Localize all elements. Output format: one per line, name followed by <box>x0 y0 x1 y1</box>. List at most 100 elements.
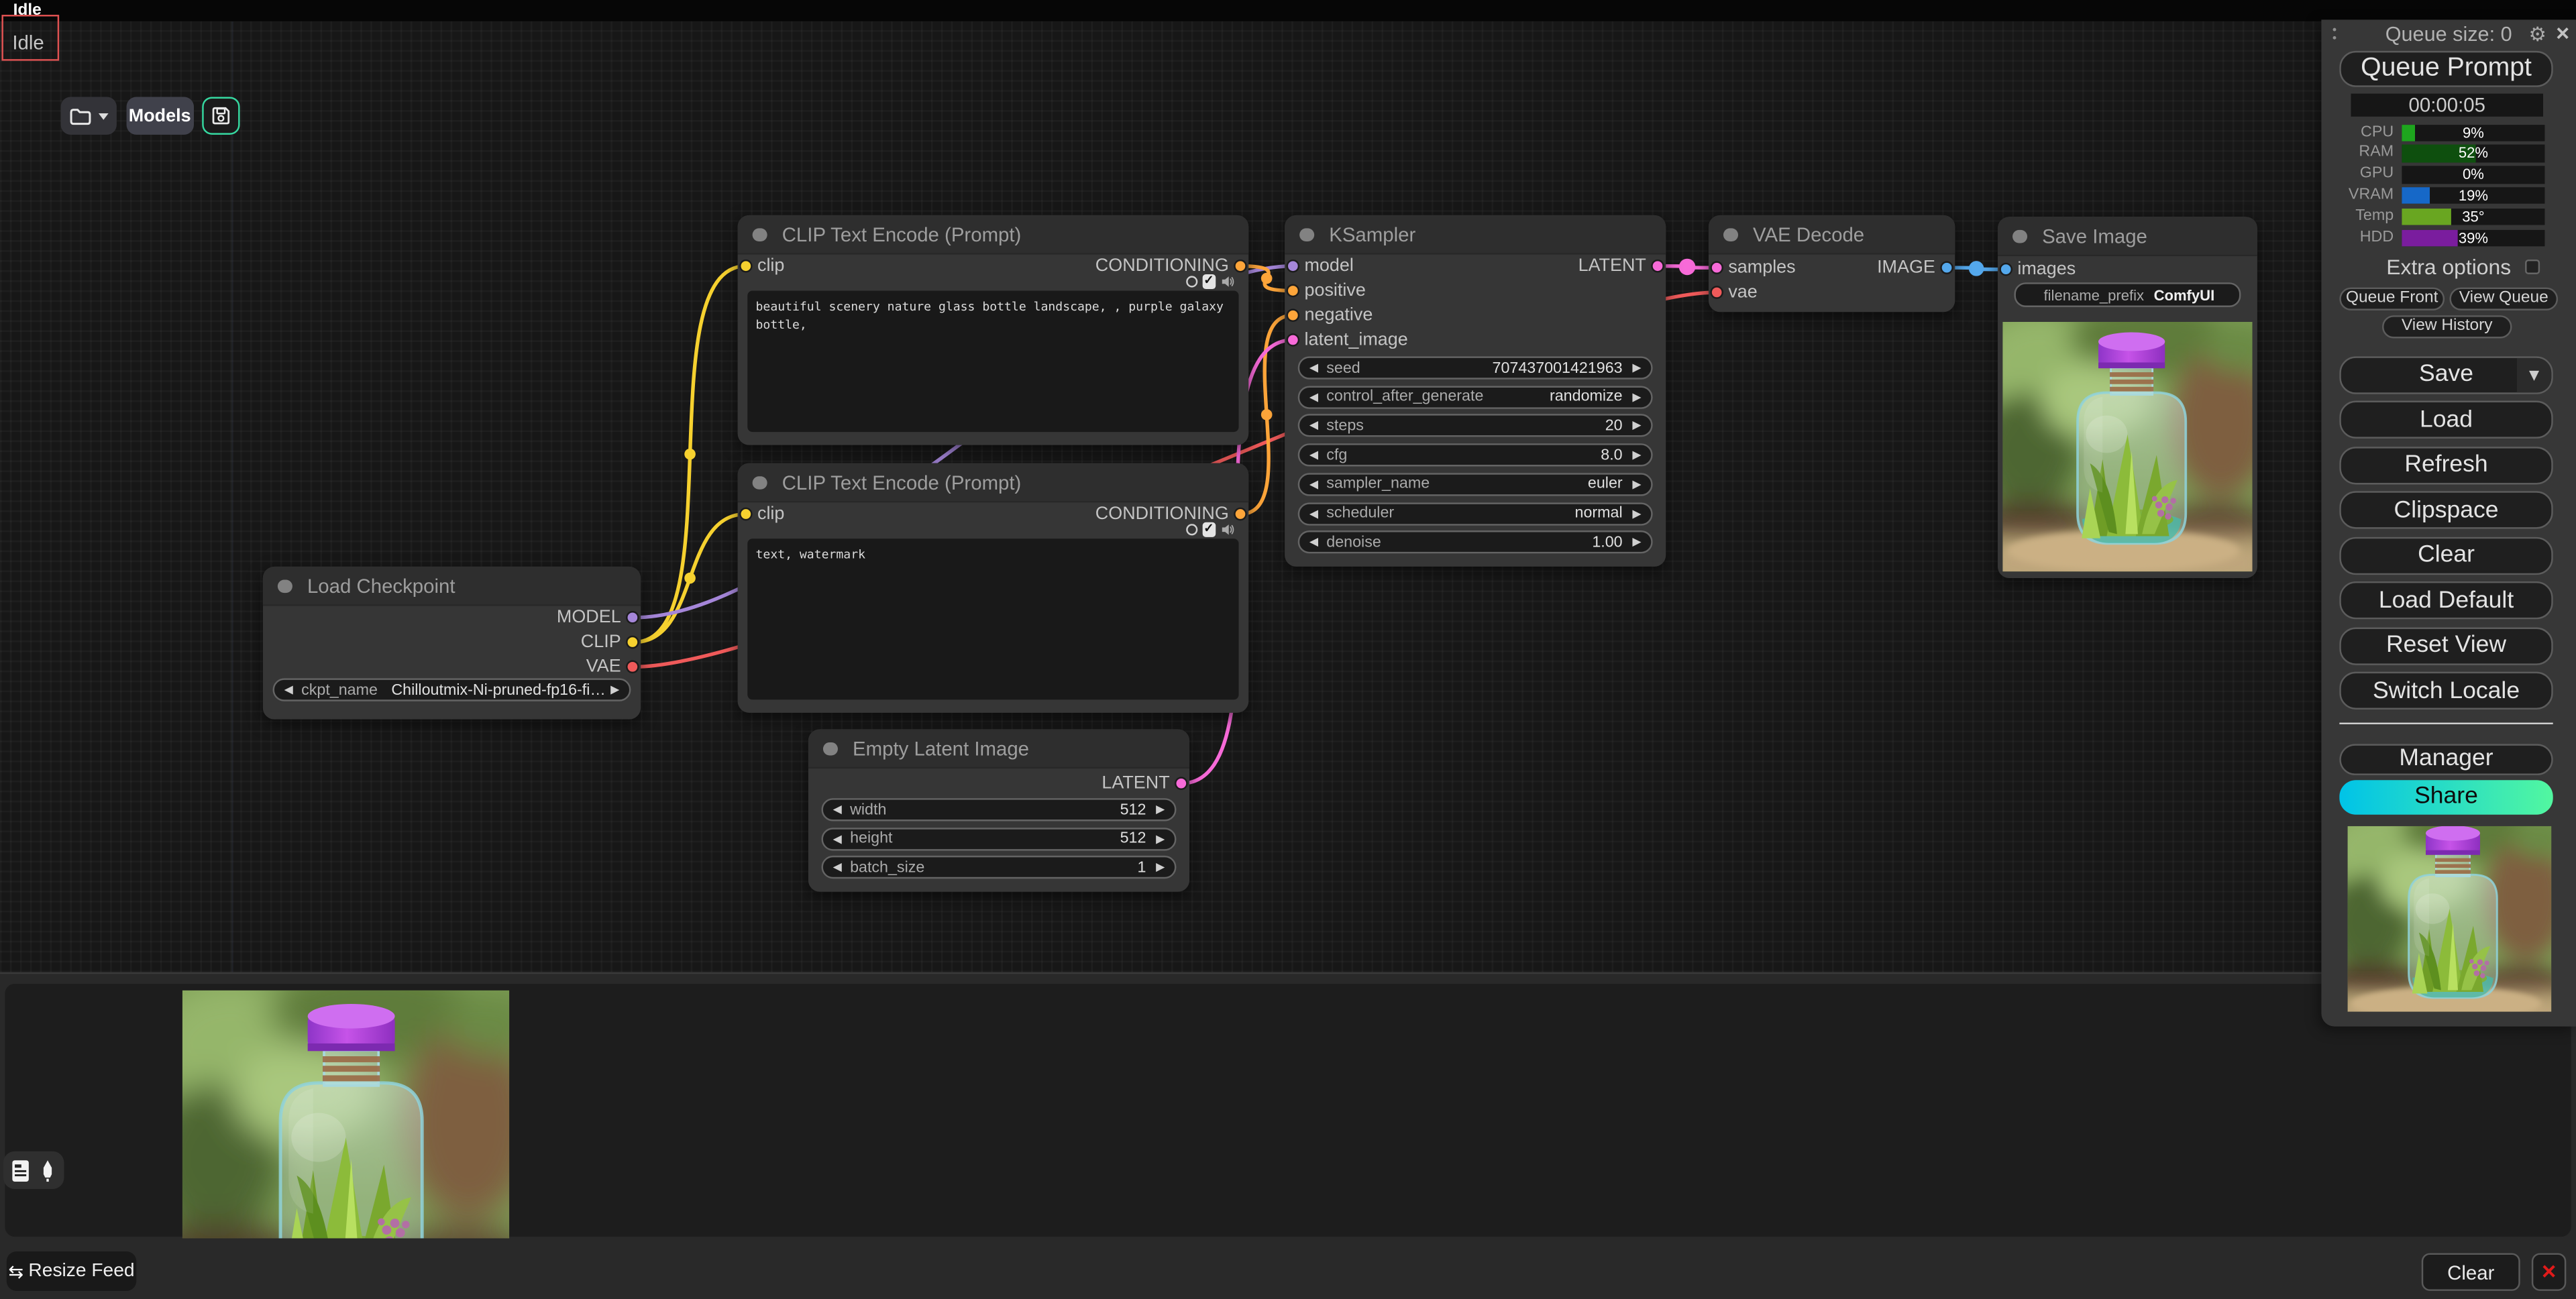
node-vae-decode[interactable]: VAE Decode samples vae IMAGE <box>1709 215 1955 312</box>
increment-arrow[interactable]: ▶ <box>1156 858 1165 877</box>
models-button[interactable]: Models <box>127 97 193 134</box>
decrement-arrow[interactable]: ◀ <box>1309 504 1318 523</box>
collapse-dot[interactable] <box>1299 228 1313 242</box>
node-title[interactable]: CLIP Text Encode (Prompt) <box>738 463 1249 503</box>
increment-arrow[interactable]: ▶ <box>1156 800 1165 820</box>
port-dot-clip[interactable] <box>628 637 638 647</box>
port-dot-conditioning[interactable] <box>1236 261 1246 271</box>
queue-prompt-button[interactable]: Queue Prompt <box>2339 51 2553 87</box>
decrement-arrow[interactable]: ◀ <box>1309 474 1318 494</box>
reset-view-button[interactable]: Reset View <box>2339 626 2553 664</box>
node-title[interactable]: Save Image <box>1998 217 2257 256</box>
collapse-dot[interactable] <box>753 476 767 490</box>
output-vae[interactable]: VAE <box>263 657 641 677</box>
increment-arrow[interactable]: ▶ <box>1632 416 1641 436</box>
decrement-arrow[interactable]: ◀ <box>1309 532 1318 552</box>
widget-batch-size[interactable]: ◀batch_size1▶ <box>821 856 1176 879</box>
increment-arrow[interactable]: ▶ <box>1632 358 1641 378</box>
bell-icon[interactable] <box>39 1159 55 1182</box>
output-clip[interactable]: CLIP <box>263 632 641 652</box>
increment-arrow[interactable]: ▶ <box>1156 829 1165 848</box>
refresh-button[interactable]: Refresh <box>2339 446 2553 484</box>
decrement-arrow[interactable]: ◀ <box>1309 416 1318 436</box>
output-conditioning[interactable]: CONDITIONING <box>738 504 1249 524</box>
port-dot-conditioning[interactable] <box>1288 286 1298 296</box>
decrement-arrow[interactable]: ◀ <box>833 858 842 877</box>
port-dot-vae[interactable] <box>1711 287 1721 297</box>
widget-cfg[interactable]: ◀cfg8.0▶ <box>1298 443 1653 466</box>
port-dot-latent[interactable] <box>1653 261 1663 271</box>
collapse-dot[interactable] <box>753 228 767 242</box>
view-queue-button[interactable]: View Queue <box>2449 286 2558 309</box>
output-image[interactable]: IMAGE <box>1709 258 1955 277</box>
node-title[interactable]: Empty Latent Image <box>808 729 1189 769</box>
radio-icon[interactable] <box>1185 524 1197 535</box>
increment-arrow[interactable]: ▶ <box>1632 532 1641 552</box>
resize-feed-button[interactable]: ⇆Resize Feed <box>7 1251 136 1291</box>
checkbox-checked-icon[interactable]: ✓ <box>1201 275 1216 289</box>
load-default-button[interactable]: Load Default <box>2339 581 2553 619</box>
increment-arrow[interactable]: ▶ <box>1632 387 1641 406</box>
decrement-arrow[interactable]: ◀ <box>833 800 842 820</box>
decrement-arrow[interactable]: ◀ <box>1309 445 1318 465</box>
feed-clear-button[interactable]: Clear <box>2422 1253 2520 1291</box>
workflow-folder-button[interactable] <box>61 97 117 134</box>
widget-width[interactable]: ◀width512▶ <box>821 798 1176 821</box>
node-ksampler[interactable]: KSampler model positive negative latent_… <box>1285 215 1666 567</box>
widget-steps[interactable]: ◀steps20▶ <box>1298 414 1653 437</box>
collapse-dot[interactable] <box>278 579 292 594</box>
close-icon[interactable]: × <box>2556 19 2569 46</box>
port-dot-model[interactable] <box>628 612 638 622</box>
increment-arrow[interactable]: ▶ <box>1632 445 1641 465</box>
widget-ckpt-name[interactable]: ◀ ckpt_name Chilloutmix-Ni-pruned-fp16-f… <box>273 678 631 701</box>
node-empty-latent-image[interactable]: Empty Latent Image LATENT ◀width512▶ ◀he… <box>808 729 1189 891</box>
workflow-save-button[interactable] <box>202 97 239 134</box>
save-dropdown-arrow[interactable]: ▼ <box>2517 357 2551 392</box>
widget-filename-prefix[interactable]: filename_prefix ComfyUI <box>2014 282 2241 307</box>
prompt-textarea[interactable]: text, watermark <box>747 539 1238 699</box>
collapse-dot[interactable] <box>1723 228 1737 242</box>
radio-icon[interactable] <box>1185 276 1197 287</box>
feed-close-button[interactable]: × <box>2532 1253 2566 1291</box>
widget-height[interactable]: ◀height512▶ <box>821 828 1176 850</box>
widget-seed[interactable]: ◀seed707437001421963▶ <box>1298 356 1653 379</box>
switch-locale-button[interactable]: Switch Locale <box>2339 672 2553 710</box>
node-title[interactable]: Load Checkpoint <box>263 567 641 606</box>
node-title[interactable]: CLIP Text Encode (Prompt) <box>738 215 1249 255</box>
input-latent-image[interactable]: latent_image <box>1285 330 1408 349</box>
decrement-arrow[interactable]: ◀ <box>1309 358 1318 378</box>
increment-arrow[interactable]: ▶ <box>1632 474 1641 494</box>
extra-options-checkbox[interactable] <box>2525 260 2540 274</box>
speaker-icon[interactable] <box>1221 274 1236 289</box>
manager-button[interactable]: Manager <box>2339 743 2553 775</box>
share-button[interactable]: Share <box>2339 780 2553 813</box>
node-clip-text-encode-negative[interactable]: CLIP Text Encode (Prompt) clip CONDITION… <box>738 463 1249 713</box>
collapse-dot[interactable] <box>2012 229 2027 243</box>
node-load-checkpoint[interactable]: Load Checkpoint MODEL CLIP VAE ◀ ckpt_na… <box>263 567 641 720</box>
feed-image[interactable] <box>182 990 509 1238</box>
generated-image-preview[interactable] <box>2002 322 2252 571</box>
queue-front-button[interactable]: Queue Front <box>2339 286 2445 309</box>
output-latent[interactable]: LATENT <box>808 773 1189 793</box>
output-model[interactable]: MODEL <box>263 608 641 627</box>
increment-arrow[interactable]: ▶ <box>610 680 619 699</box>
node-clip-text-encode-positive[interactable]: CLIP Text Encode (Prompt) clip CONDITION… <box>738 215 1249 445</box>
clear-button[interactable]: Clear <box>2339 536 2553 574</box>
save-workflow-button[interactable]: Save▼ <box>2339 355 2553 393</box>
output-latent[interactable]: LATENT <box>1285 256 1666 276</box>
increment-arrow[interactable]: ▶ <box>1632 504 1641 523</box>
port-dot-latent[interactable] <box>1177 779 1187 789</box>
input-negative[interactable]: negative <box>1285 306 1373 325</box>
view-history-button[interactable]: View History <box>2382 315 2512 337</box>
widget-scheduler[interactable]: ◀schedulernormal▶ <box>1298 502 1653 524</box>
prompt-textarea[interactable]: beautiful scenery nature glass bottle la… <box>747 290 1238 432</box>
sidebar-image-preview[interactable] <box>2348 826 2552 1012</box>
port-dot-latent[interactable] <box>1288 335 1298 345</box>
decrement-arrow[interactable]: ◀ <box>833 829 842 848</box>
port-dot-image[interactable] <box>2000 264 2010 274</box>
notes-icon[interactable] <box>12 1159 30 1182</box>
port-dot-vae[interactable] <box>628 662 638 672</box>
load-button[interactable]: Load <box>2339 401 2553 439</box>
widget-denoise[interactable]: ◀denoise1.00▶ <box>1298 530 1653 553</box>
output-conditioning[interactable]: CONDITIONING <box>738 256 1249 276</box>
